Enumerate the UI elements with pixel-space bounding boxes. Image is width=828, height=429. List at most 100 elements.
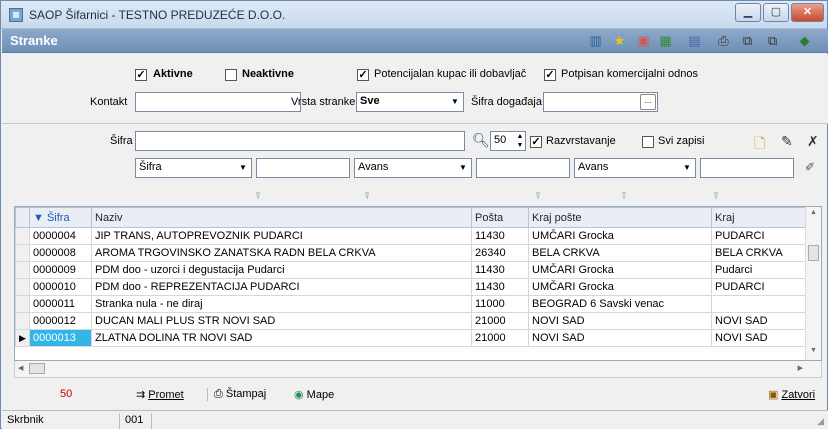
filter-funnel-icon[interactable]: ⍒ [713, 192, 727, 202]
edit-record-icon[interactable]: ✎ [781, 133, 793, 150]
filter-funnel-icon[interactable]: ⍒ [535, 192, 549, 202]
print-icon[interactable]: ⎙ [715, 32, 732, 49]
scroll-up-icon[interactable]: ▲ [810, 209, 817, 216]
cell-posta[interactable]: 21000 [471, 329, 529, 347]
delete-record-icon[interactable]: ✗ [807, 133, 819, 150]
horizontal-scrollbar[interactable]: ◀ ▶ [14, 361, 822, 378]
cell-kraj-poste[interactable]: UMČARI Grocka [528, 261, 712, 279]
cell-sifra[interactable]: 0000012 [29, 312, 92, 330]
cell-kraj-poste[interactable]: UMČARI Grocka [528, 278, 712, 296]
copy-icon[interactable]: ⧉ [739, 32, 756, 49]
star-icon[interactable]: ★ [611, 32, 628, 49]
table-row[interactable]: 0000012 DUCAN MALI PLUS STR NOVI SAD 21000… [15, 312, 808, 330]
eraser-icon[interactable]: ✐ [805, 160, 815, 174]
cell-sifra[interactable]: 0000008 [29, 244, 92, 262]
cell-naziv[interactable]: DUCAN MALI PLUS STR NOVI SAD [91, 312, 472, 330]
cell-posta[interactable]: 11430 [471, 278, 529, 296]
filter-funnel-icon[interactable]: ⍒ [364, 192, 378, 202]
operator-select-2[interactable]: Avans ▼ [574, 158, 696, 178]
cell-naziv[interactable]: AROMA TRGOVINSKO ZANATSKA RADN BELA CRKV… [91, 244, 472, 262]
value-input-1[interactable] [256, 158, 350, 178]
aktivne-checkbox[interactable]: ✓ [135, 69, 147, 81]
cell-naziv[interactable]: ZLATNA DOLINA TR NOVI SAD [91, 329, 472, 347]
cell-kraj-poste[interactable]: NOVI SAD [528, 329, 712, 347]
cell-posta[interactable]: 11430 [471, 261, 529, 279]
scroll-down-icon[interactable]: ▼ [810, 347, 817, 354]
spinner-arrows-icon[interactable]: ▲ ▼ [515, 132, 525, 150]
cell-kraj[interactable]: NOVI SAD [711, 312, 808, 330]
column-header-posta[interactable]: Pošta [471, 207, 529, 228]
excel-icon[interactable]: ▦ [657, 32, 674, 49]
cell-kraj[interactable]: NOVI SAD [711, 329, 808, 347]
cell-sifra[interactable]: 0000010 [29, 278, 92, 296]
row-indicator[interactable] [15, 295, 30, 313]
cell-kraj[interactable]: Pudarci [711, 261, 808, 279]
paste-icon[interactable]: ⧉ [764, 32, 781, 49]
table-row[interactable]: 0000009 PDM doo - uzorci i degustacija Pu… [15, 261, 808, 279]
cell-kraj-poste[interactable]: NOVI SAD [528, 312, 712, 330]
table-row[interactable]: 0000008 AROMA TRGOVINSKO ZANATSKA RADN BE… [15, 244, 808, 262]
filter-funnel-icon[interactable]: ⍒ [621, 192, 635, 202]
filter-funnel-icon[interactable]: ⍒ [255, 192, 269, 202]
close-button[interactable]: ✕ [791, 3, 824, 22]
razvrstavanje-checkbox[interactable]: ✓ [530, 136, 542, 148]
cell-posta[interactable]: 11000 [471, 295, 529, 313]
cell-kraj[interactable]: BELA CRKVA [711, 244, 808, 262]
cell-posta[interactable]: 26340 [471, 244, 529, 262]
chevron-down-icon[interactable]: ▼ [679, 159, 695, 177]
cell-posta[interactable]: 11430 [471, 227, 529, 245]
h-scrollbar-thumb[interactable] [29, 363, 45, 374]
table-row[interactable]: 0000004 JIP TRANS, AUTOPREVOZNIK PUDARCI 1… [15, 227, 808, 245]
column-header-kraj[interactable]: Kraj [711, 207, 808, 228]
sifra-input[interactable] [135, 131, 465, 151]
value-input-2[interactable] [476, 158, 570, 178]
cell-kraj-poste[interactable]: BEOGRAD 6 Savski venac [528, 295, 712, 313]
cell-posta[interactable]: 21000 [471, 312, 529, 330]
minimize-button[interactable]: ▁ [735, 3, 761, 22]
row-indicator[interactable] [15, 312, 30, 330]
column-header-sifra[interactable]: ▼ Šifra [29, 207, 92, 228]
count-spinner[interactable]: 50 ▲ ▼ [490, 131, 526, 151]
field-select-1[interactable]: Šifra ▼ [135, 158, 252, 178]
chevron-down-icon[interactable]: ▼ [235, 159, 251, 177]
cell-sifra[interactable]: 0000013 [29, 329, 92, 347]
cell-kraj-poste[interactable]: UMČARI Grocka [528, 227, 712, 245]
scrollbar-thumb[interactable] [808, 245, 819, 261]
new-record-icon[interactable]: 🗋︎ [754, 133, 765, 157]
table-row[interactable]: ▶ 0000013 ZLATNA DOLINA TR NOVI SAD 21000 NO… [15, 329, 808, 347]
chevron-down-icon[interactable]: ▼ [447, 93, 463, 111]
search-icon[interactable]: 🔍︎ [472, 132, 490, 149]
maximize-button[interactable]: ▢ [763, 3, 789, 22]
table-row[interactable]: 0000010 PDM doo - REPREZENTACIJA PUDARCI 1… [15, 278, 808, 296]
row-indicator[interactable] [15, 278, 30, 296]
pdf-icon[interactable]: ▣ [635, 32, 652, 49]
row-indicator[interactable] [15, 244, 30, 262]
sifra-dogadjaja-input[interactable]: ... [543, 92, 658, 112]
vertical-scrollbar[interactable]: ▲ ▼ [805, 207, 821, 360]
tree-icon[interactable]: ▥ [587, 32, 604, 49]
table-row[interactable]: 0000011 Stranka nula - ne diraj 11000 BEOGR… [15, 295, 808, 313]
svi-zapisi-checkbox[interactable] [642, 136, 654, 148]
resize-grip-icon[interactable]: ◢ [817, 416, 824, 427]
scroll-left-icon[interactable]: ◀ [18, 364, 23, 372]
cell-sifra[interactable]: 0000004 [29, 227, 92, 245]
cell-naziv[interactable]: PDM doo - uzorci i degustacija Pudarci [91, 261, 472, 279]
scroll-right-icon[interactable]: ▶ [798, 364, 803, 372]
cell-kraj[interactable]: PUDARCI [711, 278, 808, 296]
mape-button[interactable]: ◉ Mape [294, 388, 334, 401]
promet-button[interactable]: ⇉ Promet [136, 388, 184, 401]
grid-view-icon[interactable]: ▤ [686, 32, 703, 49]
potpisan-checkbox[interactable]: ✓ [544, 69, 556, 81]
cell-sifra[interactable]: 0000011 [29, 295, 92, 313]
chevron-down-icon[interactable]: ▼ [455, 159, 471, 177]
row-indicator[interactable] [15, 227, 30, 245]
row-indicator[interactable] [15, 261, 30, 279]
zatvori-button[interactable]: ▣ Zatvori [768, 388, 815, 401]
operator-select-1[interactable]: Avans ▼ [354, 158, 472, 178]
cell-kraj-poste[interactable]: BELA CRKVA [528, 244, 712, 262]
cell-kraj[interactable] [711, 295, 808, 313]
lookup-dots-button[interactable]: ... [640, 94, 656, 110]
value-input-3[interactable] [700, 158, 794, 178]
cell-naziv[interactable]: PDM doo - REPREZENTACIJA PUDARCI [91, 278, 472, 296]
column-header-kraj-poste[interactable]: Kraj pošte [528, 207, 712, 228]
